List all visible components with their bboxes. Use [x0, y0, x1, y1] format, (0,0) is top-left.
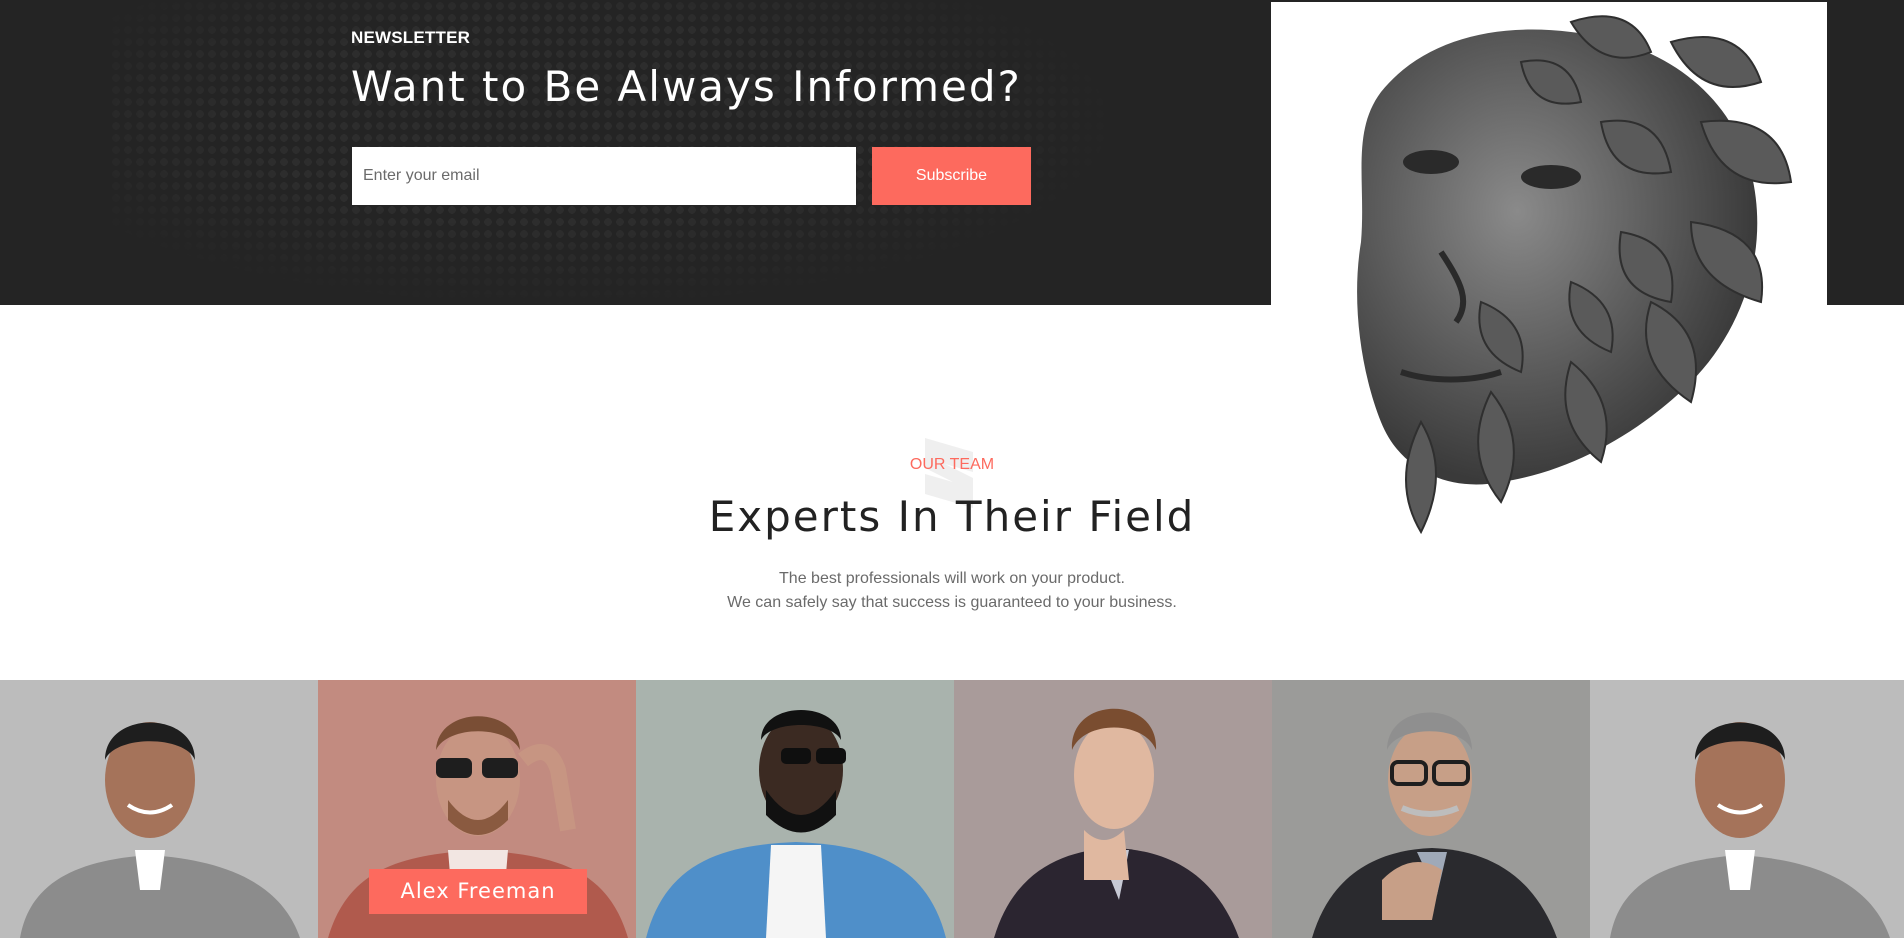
team-member-card[interactable] — [954, 680, 1272, 938]
team-member-card[interactable] — [636, 680, 954, 938]
team-member-card[interactable] — [0, 680, 318, 938]
team-member-card[interactable] — [1590, 680, 1904, 938]
subscribe-button[interactable]: Subscribe — [872, 147, 1031, 205]
team-member-photo — [1272, 680, 1590, 938]
team-member-card[interactable]: Alex Freeman — [318, 680, 636, 938]
member-name-tag: Alex Freeman — [369, 869, 587, 914]
team-member-photo — [954, 680, 1272, 938]
email-input[interactable] — [352, 147, 856, 205]
newsletter-label: NEWSLETTER — [351, 28, 471, 47]
team-title: Experts In Their Field — [708, 492, 1196, 541]
team-member-photo — [0, 680, 318, 938]
team-member-photo — [1590, 680, 1904, 938]
team-member-card[interactable] — [1272, 680, 1590, 938]
leaf-portrait-image — [1271, 2, 1827, 562]
team-description-line1: The best professionals will work on your… — [779, 570, 1125, 587]
team-label: OUR TEAM — [909, 456, 995, 473]
team-gallery: Alex Freeman — [0, 680, 1904, 938]
team-description-line2: We can safely say that success is guaran… — [727, 594, 1177, 611]
newsletter-title: Want to Be Always Informed? — [351, 62, 1022, 111]
team-member-photo — [636, 680, 954, 938]
